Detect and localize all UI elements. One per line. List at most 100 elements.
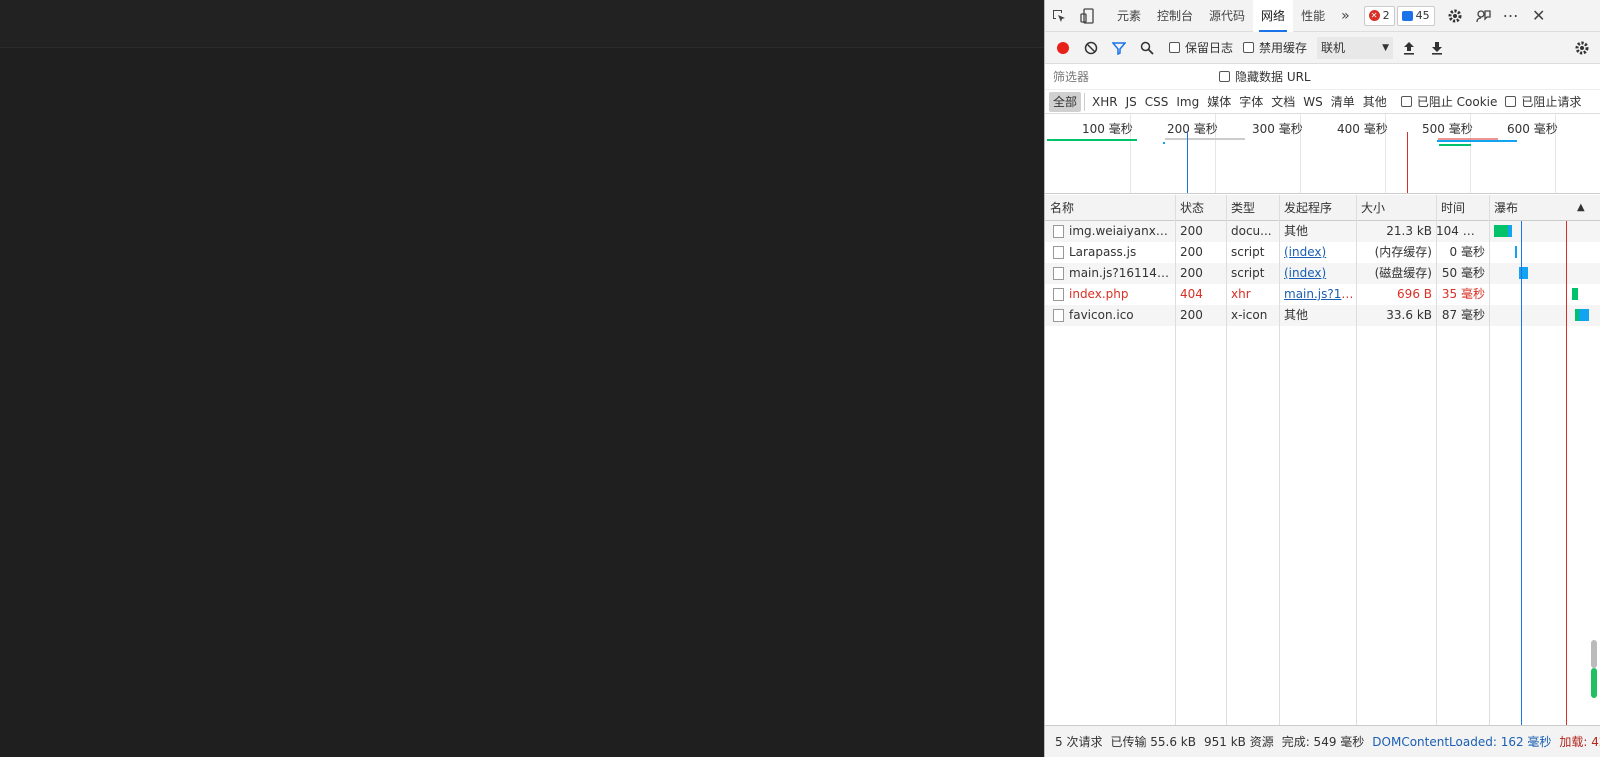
hide-data-url-label: 隐藏数据 URL [1235, 70, 1311, 84]
network-overview-timeline[interactable]: 100 毫秒 200 毫秒 300 毫秒 400 毫秒 500 毫秒 600 毫… [1045, 114, 1600, 194]
export-har-icon[interactable] [1425, 36, 1449, 60]
cell-status: 200 [1180, 245, 1203, 259]
table-row[interactable]: Larapass.js 200 script (index) (内存缓存) 0 毫秒 [1045, 242, 1600, 263]
record-button-icon[interactable] [1051, 36, 1075, 60]
type-filter-manifest[interactable]: 清单 [1327, 92, 1359, 112]
initiator-link[interactable]: (index) [1284, 245, 1326, 259]
checkbox-box [1505, 96, 1517, 107]
table-row[interactable]: index.php 404 xhr main.js?16... 696 B 35 毫秒 [1045, 284, 1600, 305]
column-header-initiator[interactable]: 发起程序 [1279, 195, 1332, 221]
type-filter-media[interactable]: 媒体 [1203, 92, 1235, 112]
resource-type-filter-row: 全部 XHR JS CSS Img 媒体 字体 文档 WS 清单 其他 已阻止 … [1045, 90, 1600, 114]
throttle-select[interactable]: 联机 ▼ [1317, 36, 1394, 59]
overview-bar [1439, 144, 1471, 146]
close-devtools-icon[interactable]: ✕ [1525, 0, 1553, 32]
waterfall-dcl-line [1521, 221, 1522, 725]
checkbox-box [1400, 96, 1412, 107]
column-header-type[interactable]: 类型 [1226, 195, 1255, 221]
devtools-panel: 元素 控制台 源代码 网络 性能 » ✕ 2 45 ⋯ ✕ 保留日志 禁用缓存 … [1044, 0, 1600, 757]
type-filter-other[interactable]: 其他 [1359, 92, 1391, 112]
cell-time: 104 毫... [1436, 224, 1487, 238]
divider [1084, 92, 1086, 111]
table-row[interactable]: favicon.ico 200 x-icon 其他 33.6 kB 87 毫秒 [1045, 305, 1600, 326]
overview-tick-label: 300 毫秒 [1252, 122, 1303, 136]
cell-size: (内存缓存) [1374, 245, 1432, 259]
blocked-requests-checkbox[interactable]: 已阻止请求 [1505, 93, 1581, 110]
cell-time: 35 毫秒 [1441, 287, 1485, 301]
tab-network[interactable]: 网络 [1253, 0, 1294, 32]
cell-status: 200 [1180, 308, 1203, 322]
feedback-icon[interactable] [1469, 0, 1497, 32]
type-filter-xhr[interactable]: XHR [1088, 92, 1122, 112]
table-row[interactable]: img.weiaiyanxu.co... 200 docu... 其他 21.3 kB 1… [1045, 221, 1600, 242]
cell-name: img.weiaiyanxu.co... [1069, 224, 1173, 238]
tab-console[interactable]: 控制台 [1149, 0, 1201, 32]
column-header-name[interactable]: 名称 [1045, 195, 1074, 221]
table-row[interactable]: main.js?16114956... 200 script (index) (磁盘缓存… [1045, 263, 1600, 284]
checkbox-box [1243, 42, 1255, 53]
search-icon[interactable] [1135, 36, 1159, 60]
filter-input[interactable]: 筛选器 [1051, 67, 1211, 87]
error-icon: ✕ [1368, 10, 1380, 21]
page-viewport[interactable] [0, 0, 1044, 757]
blocked-cookies-checkbox[interactable]: 已阻止 Cookie [1400, 93, 1497, 110]
overview-bar [1047, 139, 1137, 141]
more-options-icon[interactable]: ⋯ [1497, 0, 1525, 32]
column-header-size[interactable]: 大小 [1356, 195, 1385, 221]
column-divider [1489, 195, 1490, 725]
tab-performance[interactable]: 性能 [1293, 0, 1333, 32]
initiator-link[interactable]: (index) [1284, 266, 1326, 280]
scroll-thumb[interactable] [1591, 640, 1597, 668]
error-count-badge[interactable]: ✕ 2 [1363, 5, 1395, 26]
disable-cache-checkbox[interactable]: 禁用缓存 [1243, 39, 1307, 56]
message-icon [1401, 10, 1413, 21]
inspect-element-icon[interactable] [1045, 0, 1073, 32]
network-summary-bar: 5 次请求 已传输 55.6 kB 951 kB 资源 完成: 549 毫秒 D… [1045, 725, 1600, 757]
disable-cache-label: 禁用缓存 [1259, 41, 1308, 55]
file-icon [1053, 288, 1064, 301]
tab-elements[interactable]: 元素 [1109, 0, 1149, 32]
sort-ascending-icon[interactable]: ▲ [1572, 195, 1585, 221]
throttle-value: 联机 [1321, 41, 1346, 55]
type-filter-js[interactable]: JS [1122, 92, 1141, 112]
column-header-time[interactable]: 时间 [1436, 195, 1465, 221]
overview-tick-label: 500 毫秒 [1422, 122, 1473, 136]
request-count: 5 次请求 [1055, 735, 1103, 749]
overview-tick-label: 100 毫秒 [1082, 122, 1133, 136]
waterfall-bar [1572, 288, 1578, 300]
cell-name: index.php [1069, 287, 1129, 301]
message-count-badge[interactable]: 45 [1396, 5, 1435, 26]
cell-initiator: 其他 [1284, 224, 1309, 238]
column-divider [1436, 195, 1437, 725]
checkbox-box [1219, 71, 1230, 82]
network-settings-gear-icon[interactable] [1570, 36, 1594, 60]
type-filter-img[interactable]: Img [1172, 92, 1203, 112]
type-filter-doc[interactable]: 文档 [1267, 92, 1299, 112]
checkbox-box [1169, 42, 1180, 53]
tab-sources[interactable]: 源代码 [1201, 0, 1253, 32]
hide-data-url-checkbox[interactable]: 隐藏数据 URL [1219, 68, 1311, 85]
more-tabs-button[interactable]: » [1333, 0, 1358, 32]
device-toolbar-icon[interactable] [1073, 0, 1101, 32]
dropdown-arrow-icon: ▼ [1382, 42, 1390, 53]
overview-tick-label: 600 毫秒 [1507, 122, 1558, 136]
initiator-link[interactable]: main.js?16... [1284, 287, 1354, 301]
filter-icon[interactable] [1107, 36, 1131, 60]
filter-row: 筛选器 隐藏数据 URL [1045, 64, 1600, 90]
type-filter-all[interactable]: 全部 [1049, 91, 1082, 112]
type-filter-ws[interactable]: WS [1299, 92, 1326, 112]
overview-bar [1165, 138, 1245, 140]
type-filter-font[interactable]: 字体 [1235, 92, 1267, 112]
clear-icon[interactable] [1079, 36, 1103, 60]
file-icon [1053, 225, 1064, 238]
cell-status: 404 [1180, 287, 1203, 301]
column-header-status[interactable]: 状态 [1175, 195, 1204, 221]
file-icon [1053, 309, 1064, 322]
settings-gear-icon[interactable] [1441, 0, 1469, 32]
type-filter-css[interactable]: CSS [1141, 92, 1173, 112]
import-har-icon[interactable] [1397, 36, 1421, 60]
column-header-waterfall[interactable]: 瀑布 [1489, 195, 1518, 221]
preserve-log-checkbox[interactable]: 保留日志 [1169, 39, 1233, 56]
waterfall-scrollbar[interactable] [1591, 640, 1599, 700]
cell-size: 33.6 kB [1386, 308, 1432, 322]
